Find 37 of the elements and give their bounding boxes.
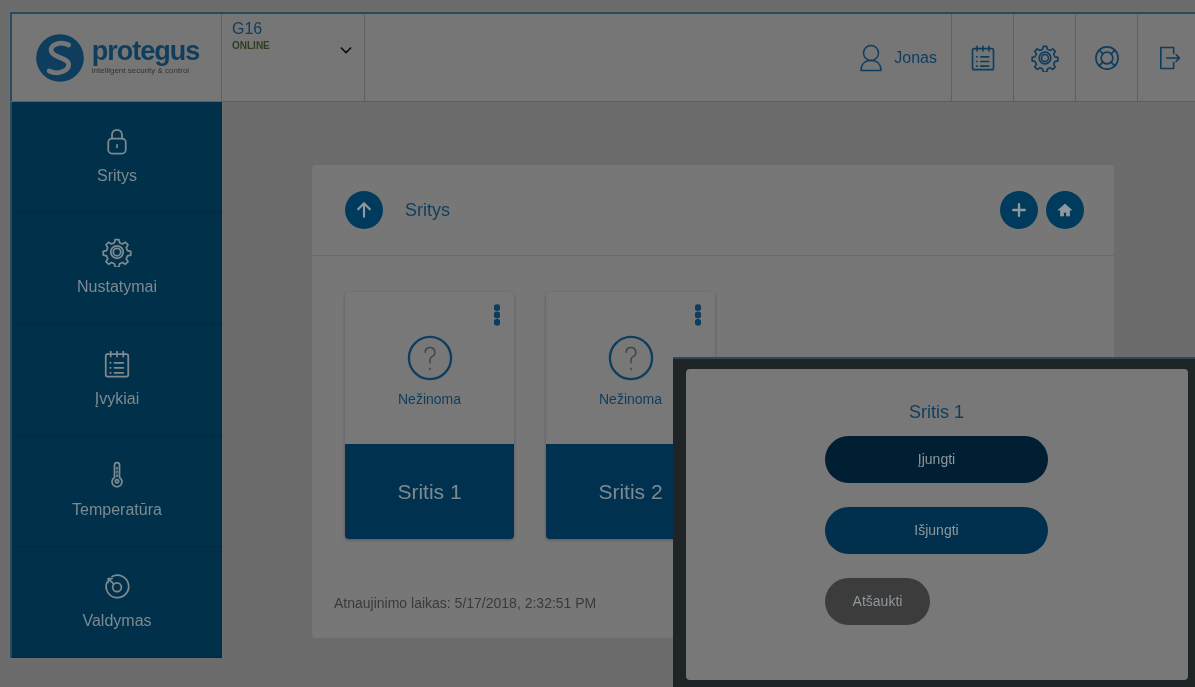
dialog-title: Sritis 1 <box>908 401 965 424</box>
sidebar-item[interactable]: Temperatūra <box>12 435 222 547</box>
gear-icon <box>102 237 132 268</box>
user-menu[interactable]: Jonas <box>842 14 952 101</box>
sidebar-item[interactable]: Nustatymai <box>12 213 222 325</box>
disarm-button[interactable]: Išjungti <box>825 507 1048 554</box>
home-icon <box>1056 201 1074 219</box>
area-button[interactable]: Sritis 1 <box>345 444 514 539</box>
sidebar-item[interactable]: Įvykiai <box>12 324 222 436</box>
kebab-icon <box>695 303 701 326</box>
update-time: Atnaujinimo laikas: 5/17/2018, 2:32:51 PM <box>334 594 597 613</box>
device-selector[interactable]: G16 ONLINE <box>222 14 365 101</box>
arm-button[interactable]: Įjungti <box>825 436 1048 483</box>
user-name: Jonas <box>894 47 937 68</box>
sidebar-item[interactable]: Valdymas <box>12 546 222 658</box>
cancel-button[interactable]: Atšaukti <box>825 578 930 625</box>
gear-icon <box>1030 43 1059 72</box>
calendar-icon <box>102 348 132 379</box>
lifebuoy-icon <box>1092 43 1121 72</box>
back-button[interactable] <box>345 191 383 229</box>
sidebar-item[interactable]: Sritys <box>12 102 222 214</box>
area-status: Nežinoma <box>599 389 662 409</box>
more-button[interactable] <box>695 302 701 326</box>
more-button[interactable] <box>494 302 500 326</box>
kebab-icon <box>494 303 500 326</box>
device-name: G16 <box>232 20 264 38</box>
device-status: ONLINE <box>232 38 270 53</box>
question-icon <box>607 334 654 381</box>
add-button[interactable] <box>1000 191 1038 229</box>
logo-icon <box>33 31 86 84</box>
question-icon <box>406 334 453 381</box>
plus-icon <box>1009 200 1029 220</box>
area-status: Nežinoma <box>398 389 461 409</box>
arrow-up-icon <box>354 200 374 220</box>
home-button[interactable] <box>1046 191 1084 229</box>
logo-text: protegus <box>91 38 200 65</box>
panel-title: Sritys <box>405 198 450 222</box>
